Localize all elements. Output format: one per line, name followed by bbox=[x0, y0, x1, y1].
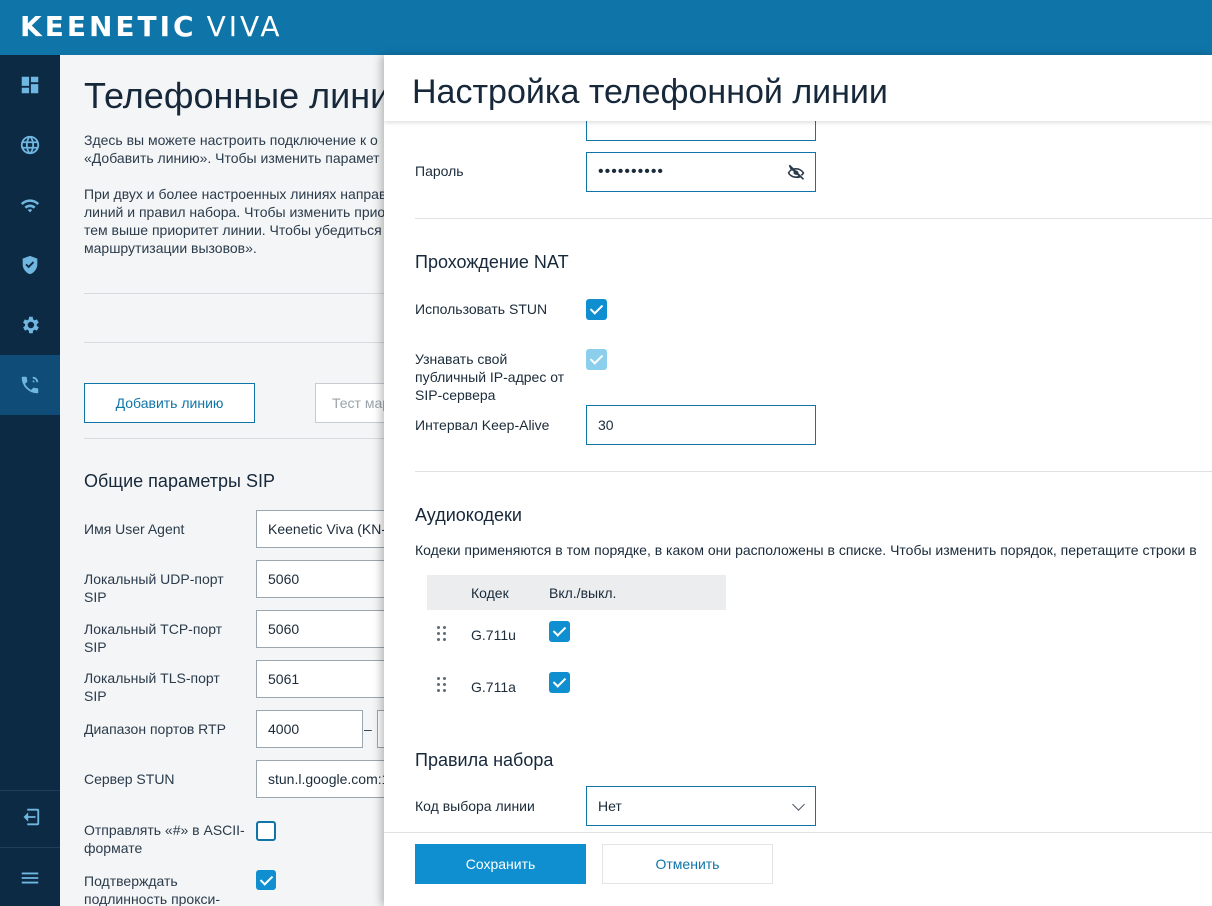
audio-codecs-hint: Кодеки применяются в том порядке, в како… bbox=[415, 542, 1197, 558]
line-code-select[interactable]: Нет bbox=[586, 786, 816, 826]
stun-server-label: Сервер STUN bbox=[84, 771, 175, 787]
phone-icon[interactable] bbox=[0, 355, 60, 415]
logout-icon[interactable] bbox=[0, 787, 60, 847]
password-input[interactable]: •••••••••• bbox=[586, 152, 816, 192]
sip-section-title: Общие параметры SIP bbox=[84, 471, 275, 491]
public-ip-checkbox[interactable] bbox=[586, 349, 607, 370]
panel-footer: Сохранить Отменить bbox=[384, 832, 1212, 906]
divider bbox=[415, 471, 1212, 472]
codec-enabled-checkbox[interactable] bbox=[549, 621, 570, 642]
cancel-button[interactable]: Отменить bbox=[602, 844, 773, 884]
line-settings-panel: Настройка телефонной линии Пароль ••••••… bbox=[384, 55, 1212, 906]
password-value: •••••••••• bbox=[598, 163, 665, 180]
tcp-port-label: Локальный TCP-порт SIP bbox=[84, 621, 223, 655]
confirm-proxy-checkbox[interactable] bbox=[256, 870, 276, 890]
keepalive-input[interactable]: 30 bbox=[586, 405, 816, 445]
priority-text-line: При двух и более настроенных линиях напр… bbox=[84, 186, 387, 202]
enabled-column-header: Вкл./выкл. bbox=[549, 585, 617, 601]
use-stun-label: Использовать STUN bbox=[415, 301, 548, 317]
toggle-visibility-icon[interactable] bbox=[785, 163, 807, 183]
password-label: Пароль bbox=[415, 163, 464, 179]
tls-port-input[interactable]: 5061 bbox=[256, 660, 390, 698]
priority-text-line: линий и правил набора. Чтобы изменить пр… bbox=[84, 204, 390, 220]
dashboard-icon[interactable] bbox=[0, 55, 60, 115]
stun-server-input[interactable]: stun.l.google.com:1 bbox=[256, 760, 390, 798]
codec-name: G.711u bbox=[471, 627, 516, 643]
divider bbox=[84, 438, 390, 439]
intro-text-line: Здесь вы можете настроить подключение к … bbox=[84, 132, 378, 148]
codec-name: G.711a bbox=[471, 679, 516, 695]
divider bbox=[415, 218, 1212, 219]
tls-port-label: Локальный TLS-порт SIP bbox=[84, 670, 220, 704]
page-title: Телефонные линии bbox=[84, 75, 390, 116]
top-bar: KEENETIC VIVA bbox=[0, 0, 1212, 55]
codec-enabled-checkbox[interactable] bbox=[549, 672, 570, 693]
user-agent-input[interactable]: Keenetic Viva (KN-1 bbox=[256, 510, 390, 548]
rtp-range-label: Диапазон портов RTP bbox=[84, 721, 226, 737]
save-button[interactable]: Сохранить bbox=[415, 844, 586, 884]
public-ip-label: Узнавать свой публичный IP-адрес от SIP-… bbox=[415, 351, 565, 403]
globe-icon[interactable] bbox=[0, 115, 60, 175]
panel-title: Настройка телефонной линии bbox=[412, 73, 888, 111]
add-line-button[interactable]: Добавить линию bbox=[84, 383, 255, 423]
audio-codecs-title: Аудиокодеки bbox=[415, 505, 522, 525]
tcp-port-input[interactable]: 5060 bbox=[256, 610, 390, 648]
test-routing-button[interactable]: Тест мар bbox=[315, 383, 390, 423]
priority-text-line: маршрутизации вызовов». bbox=[84, 240, 257, 256]
dial-rules-title: Правила набора bbox=[415, 750, 554, 770]
chevron-down-icon bbox=[792, 798, 805, 811]
user-agent-label: Имя User Agent bbox=[84, 521, 185, 537]
confirm-proxy-label: Подтверждать подлинность прокси- bbox=[84, 873, 220, 906]
keepalive-label: Интервал Keep-Alive bbox=[415, 417, 550, 433]
divider bbox=[84, 293, 390, 294]
line-code-value: Нет bbox=[598, 798, 622, 814]
brand-name: KEENETIC bbox=[20, 10, 197, 43]
nat-section-title: Прохождение NAT bbox=[415, 252, 569, 272]
rtp-range-separator: – bbox=[364, 721, 372, 737]
shield-icon[interactable] bbox=[0, 235, 60, 295]
panel-header: Настройка телефонной линии bbox=[384, 55, 1212, 121]
send-hash-checkbox[interactable] bbox=[256, 821, 276, 841]
intro-text-line: «Добавить линию». Чтобы изменить парамет bbox=[84, 150, 380, 166]
brand-logo[interactable]: KEENETIC VIVA bbox=[20, 10, 283, 43]
rtp-port-start-input[interactable]: 4000 bbox=[256, 710, 363, 748]
brand-model: VIVA bbox=[206, 10, 283, 43]
udp-port-label: Локальный UDP-порт SIP bbox=[84, 571, 224, 605]
sidebar bbox=[0, 55, 60, 906]
gear-icon[interactable] bbox=[0, 295, 60, 355]
line-code-label: Код выбора линии bbox=[415, 798, 535, 814]
drag-handle-icon[interactable] bbox=[437, 677, 447, 693]
wifi-icon[interactable] bbox=[0, 175, 60, 235]
send-hash-label: Отправлять «#» в ASCII-формате bbox=[84, 822, 245, 856]
drag-handle-icon[interactable] bbox=[437, 626, 447, 642]
use-stun-checkbox[interactable] bbox=[586, 299, 607, 320]
codec-column-header: Кодек bbox=[471, 585, 509, 601]
udp-port-input[interactable]: 5060 bbox=[256, 560, 390, 598]
divider bbox=[84, 342, 390, 343]
menu-icon[interactable] bbox=[0, 848, 60, 906]
priority-text-line: тем выше приоритет линии. Чтобы убедитьс… bbox=[84, 222, 382, 238]
background-page: Телефонные линии Здесь вы можете настрои… bbox=[60, 55, 390, 906]
